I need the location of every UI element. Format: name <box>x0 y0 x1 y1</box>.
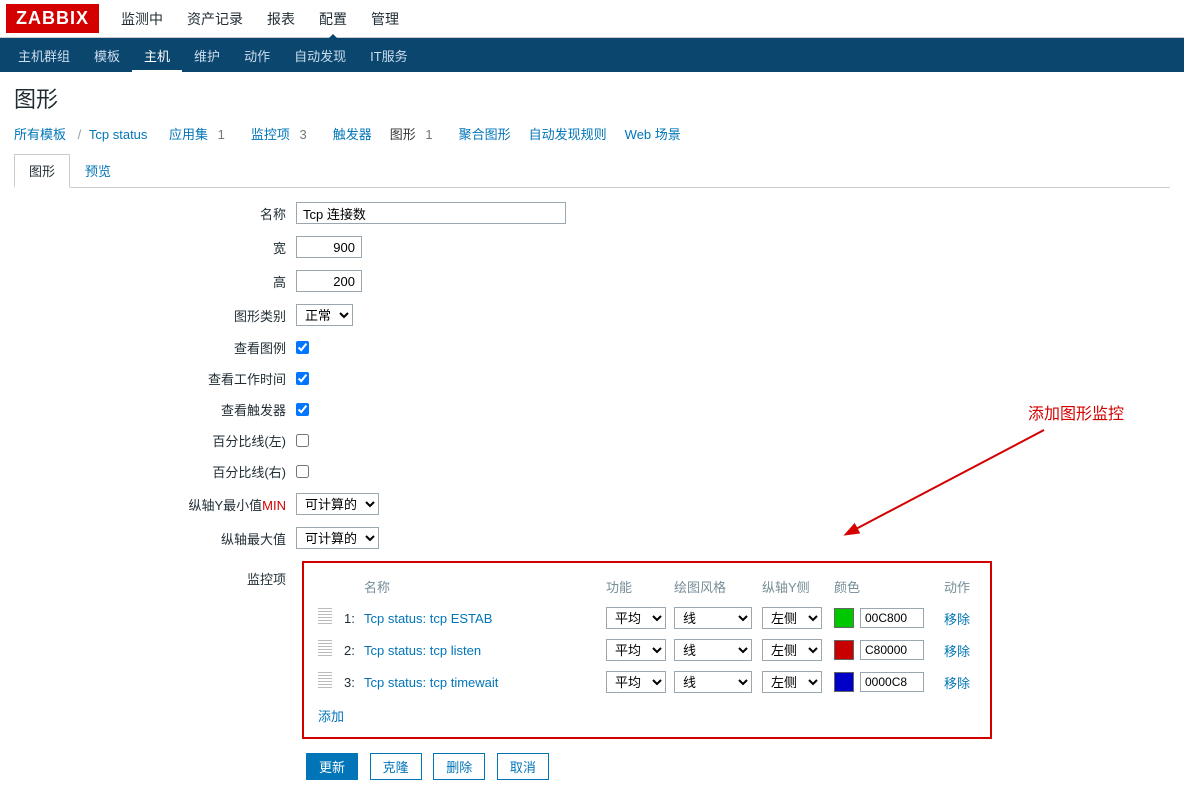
top-menu: 监测中资产记录报表配置管理 <box>109 0 411 39</box>
item-name-link[interactable]: Tcp status: tcp timewait <box>364 675 498 690</box>
th-name: 名称 <box>360 571 602 602</box>
tab-0[interactable]: 图形 <box>14 154 70 188</box>
label-width: 宽 <box>14 238 296 257</box>
add-item-link[interactable]: 添加 <box>318 706 344 725</box>
th-action: 动作 <box>940 571 980 602</box>
func-select[interactable]: 平均 <box>606 639 666 661</box>
yaxis-select[interactable]: 左侧 <box>762 639 822 661</box>
color-input[interactable] <box>860 608 924 628</box>
items-box: 名称 功能 绘图风格 纵轴Y侧 颜色 动作 1:Tcp status: tcp … <box>302 561 992 739</box>
breadcrumb: 所有模板 / Tcp status 应用集 1监控项 3触发器图形 1聚合图形自… <box>14 124 1170 143</box>
color-swatch[interactable] <box>834 608 854 628</box>
submenu-1[interactable]: 模板 <box>82 38 132 73</box>
submenu-0[interactable]: 主机群组 <box>6 38 82 73</box>
color-swatch[interactable] <box>834 640 854 660</box>
th-color: 颜色 <box>830 571 940 602</box>
height-input[interactable] <box>296 270 362 292</box>
table-row: 2:Tcp status: tcp listen平均线左侧移除 <box>314 634 980 666</box>
style-select[interactable]: 线 <box>674 607 752 629</box>
yaxis-select[interactable]: 左侧 <box>762 671 822 693</box>
triggers-checkbox[interactable] <box>296 403 309 416</box>
remove-link[interactable]: 移除 <box>944 612 970 627</box>
submenu-6[interactable]: IT服务 <box>358 38 420 73</box>
style-select[interactable]: 线 <box>674 639 752 661</box>
breadcrumb-item-3[interactable]: 图形 <box>390 127 416 142</box>
func-select[interactable]: 平均 <box>606 607 666 629</box>
item-name-link[interactable]: Tcp status: tcp ESTAB <box>364 611 492 626</box>
th-yaxis: 纵轴Y侧 <box>758 571 830 602</box>
gtype-select[interactable]: 正常 <box>296 304 353 326</box>
legend-checkbox[interactable] <box>296 341 309 354</box>
label-worktime: 查看工作时间 <box>14 369 296 388</box>
th-func: 功能 <box>602 571 670 602</box>
label-pright: 百分比线(右) <box>14 462 296 481</box>
submenu-5[interactable]: 自动发现 <box>282 38 358 73</box>
logo: ZABBIX <box>6 4 99 33</box>
func-select[interactable]: 平均 <box>606 671 666 693</box>
drag-handle-icon[interactable] <box>318 608 332 626</box>
th-style: 绘图风格 <box>670 571 758 602</box>
submenu-2[interactable]: 主机 <box>132 38 182 73</box>
breadcrumb-item-2[interactable]: 触发器 <box>333 127 372 142</box>
breadcrumb-template[interactable]: Tcp status <box>89 127 148 142</box>
submenu-3[interactable]: 维护 <box>182 38 232 73</box>
label-items: 监控项 <box>14 561 296 588</box>
breadcrumb-item-4[interactable]: 聚合图形 <box>459 127 511 142</box>
submenu-4[interactable]: 动作 <box>232 38 282 73</box>
breadcrumb-item-6[interactable]: Web 场景 <box>625 127 681 142</box>
pright-checkbox[interactable] <box>296 465 309 478</box>
color-input[interactable] <box>860 672 924 692</box>
breadcrumb-item-5[interactable]: 自动发现规则 <box>529 127 607 142</box>
sub-menu: 主机群组模板主机维护动作自动发现IT服务 <box>0 38 1184 72</box>
pleft-checkbox[interactable] <box>296 434 309 447</box>
remove-link[interactable]: 移除 <box>944 644 970 659</box>
delete-button[interactable]: 删除 <box>433 753 485 780</box>
name-input[interactable] <box>296 202 566 224</box>
page-title: 图形 <box>14 82 1170 114</box>
label-pleft: 百分比线(左) <box>14 431 296 450</box>
topmenu-3[interactable]: 配置 <box>307 0 359 39</box>
clone-button[interactable]: 克隆 <box>370 753 422 780</box>
color-input[interactable] <box>860 640 924 660</box>
ymax-select[interactable]: 可计算的 <box>296 527 379 549</box>
breadcrumb-item-0[interactable]: 应用集 <box>169 127 208 142</box>
label-ymin: 纵轴Y最小值MIN <box>14 495 296 514</box>
drag-handle-icon[interactable] <box>318 672 332 690</box>
style-select[interactable]: 线 <box>674 671 752 693</box>
cancel-button[interactable]: 取消 <box>497 753 549 780</box>
width-input[interactable] <box>296 236 362 258</box>
tab-1[interactable]: 预览 <box>70 154 126 186</box>
topmenu-2[interactable]: 报表 <box>255 0 307 39</box>
label-gtype: 图形类别 <box>14 306 296 325</box>
label-ymax: 纵轴最大值 <box>14 529 296 548</box>
drag-handle-icon[interactable] <box>318 640 332 658</box>
color-swatch[interactable] <box>834 672 854 692</box>
label-legend: 查看图例 <box>14 338 296 357</box>
tabs: 图形预览 <box>14 153 1170 188</box>
remove-link[interactable]: 移除 <box>944 676 970 691</box>
breadcrumb-root[interactable]: 所有模板 <box>14 127 66 142</box>
topmenu-1[interactable]: 资产记录 <box>175 0 255 39</box>
table-row: 3:Tcp status: tcp timewait平均线左侧移除 <box>314 666 980 698</box>
breadcrumb-item-1[interactable]: 监控项 <box>251 127 290 142</box>
update-button[interactable]: 更新 <box>306 753 358 780</box>
label-triggers: 查看触发器 <box>14 400 296 419</box>
table-row: 1:Tcp status: tcp ESTAB平均线左侧移除 <box>314 602 980 634</box>
worktime-checkbox[interactable] <box>296 372 309 385</box>
item-name-link[interactable]: Tcp status: tcp listen <box>364 643 481 658</box>
label-height: 高 <box>14 272 296 291</box>
yaxis-select[interactable]: 左侧 <box>762 607 822 629</box>
topmenu-4[interactable]: 管理 <box>359 0 411 39</box>
label-name: 名称 <box>14 204 296 223</box>
topmenu-0[interactable]: 监测中 <box>109 0 175 39</box>
ymin-select[interactable]: 可计算的 <box>296 493 379 515</box>
